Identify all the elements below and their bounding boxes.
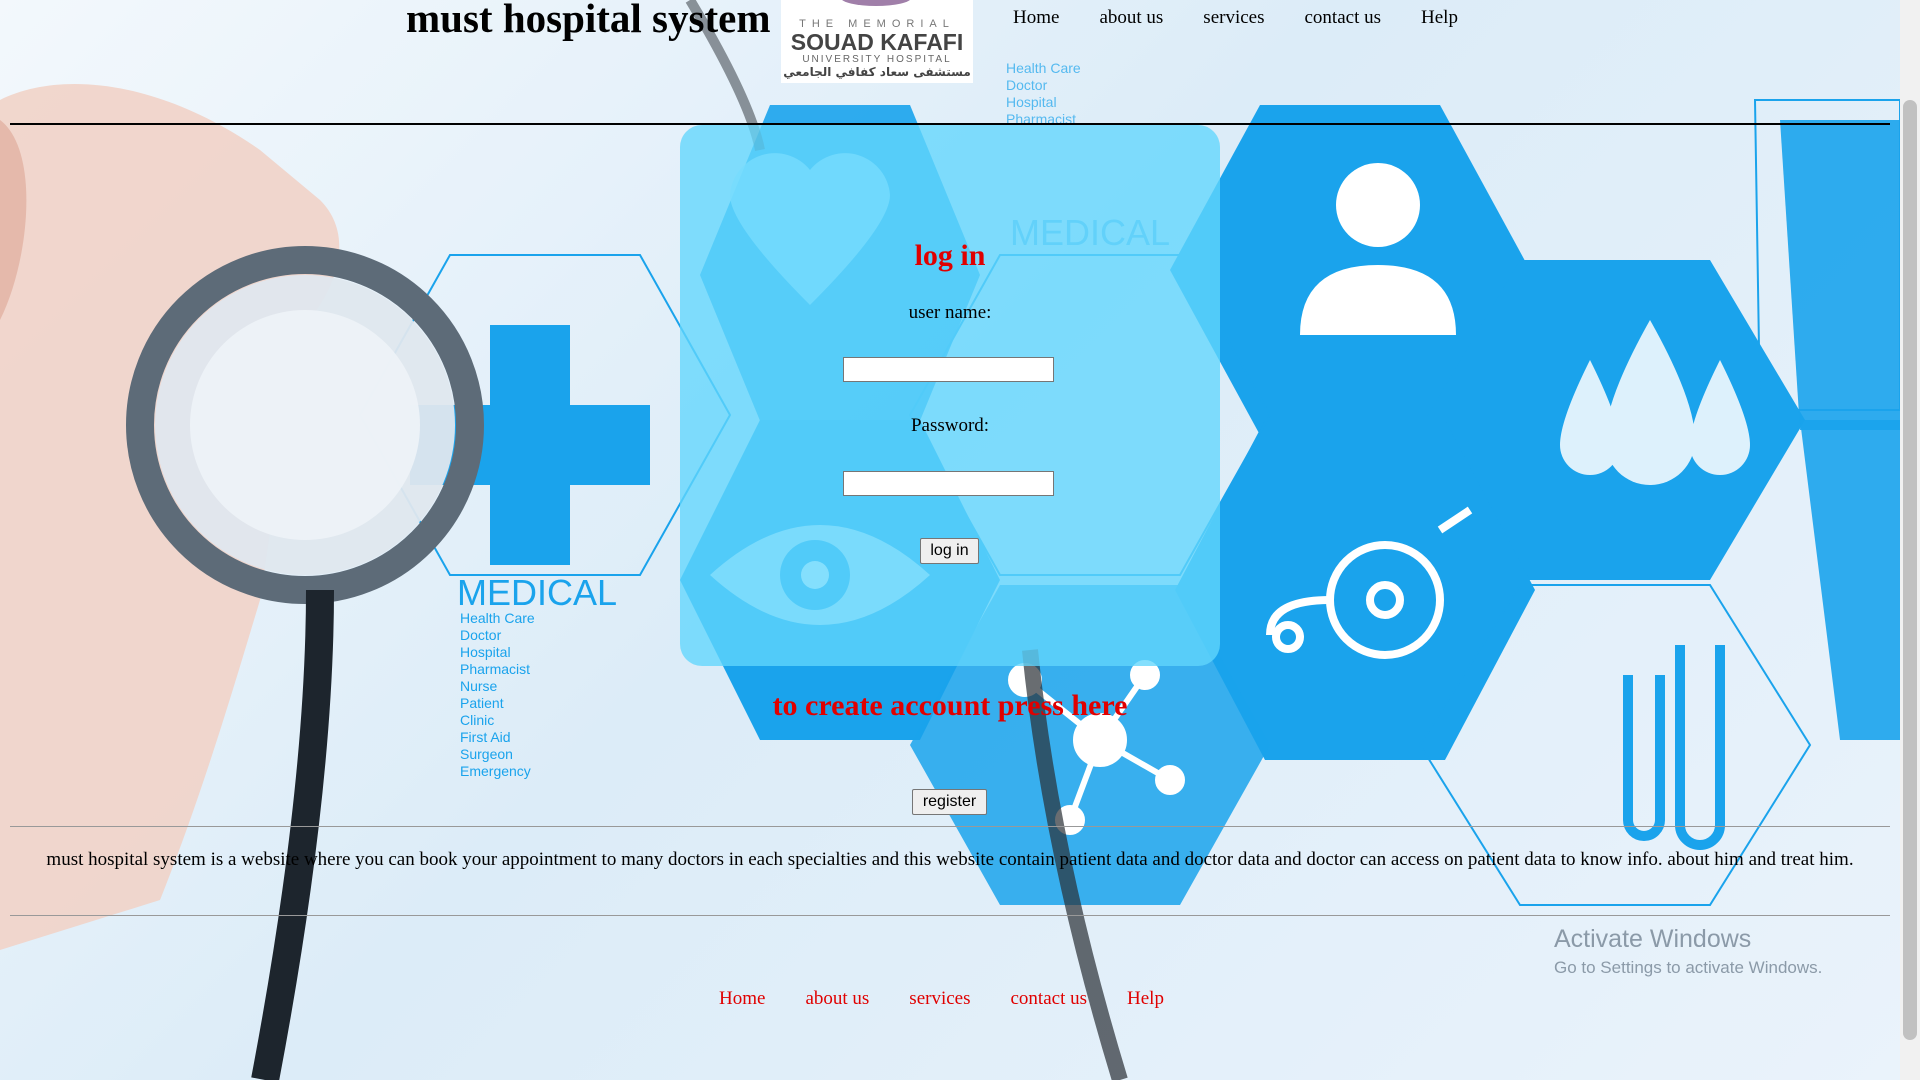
login-title: log in [914,239,986,272]
top-nav: Home about us services contact us Help [1013,7,1458,29]
medical-list-item: Surgeon [460,746,513,762]
activate-windows-subtitle: Go to Settings to activate Windows. [1554,958,1823,977]
nav-help[interactable]: Help [1421,7,1458,29]
nav-contact-us[interactable]: contact us [1305,7,1382,29]
logo-line-3: UNIVERSITY HOSPITAL [802,54,952,65]
medical-list-item-top: Health Care [1006,60,1081,76]
content-divider-top [10,826,1890,827]
medical-list-item: Doctor [460,627,502,643]
login-button[interactable]: log in [920,538,979,564]
username-label: user name: [908,302,992,323]
login-panel [680,125,1220,666]
hex-right-edge [1780,120,1900,430]
activate-windows-watermark: Activate Windows Go to Settings to activ… [1554,925,1822,978]
hospital-logo: THE MEMORIAL SOUAD KAFAFI UNIVERSITY HOS… [781,0,973,83]
nav-home[interactable]: Home [1013,7,1059,29]
logo-line-2: SOUAD KAFAFI [790,29,964,55]
nav-services[interactable]: services [1203,7,1264,29]
footer-nav-home[interactable]: Home [719,988,765,1010]
medical-list-item: Health Care [460,610,535,626]
medical-list-item: Emergency [460,763,531,779]
footer-nav-services[interactable]: services [909,988,970,1010]
footer-nav-contact-us[interactable]: contact us [1011,988,1088,1010]
footer-nav: Home about us services contact us Help [719,988,1164,1010]
scrollbar-thumb[interactable] [1903,100,1917,1040]
register-button[interactable]: register [912,789,987,815]
password-input[interactable] [843,471,1054,496]
nav-about-us[interactable]: about us [1099,7,1163,29]
content-divider-bottom [10,915,1890,916]
password-label: Password: [910,415,990,436]
site-description: must hospital system is a website where … [46,849,1854,870]
footer-nav-about-us[interactable]: about us [805,988,869,1010]
create-account-prompt: to create account press here [772,689,1128,722]
username-input[interactable] [843,357,1054,382]
logo-emblem [841,0,911,6]
page-scrollbar[interactable] [1900,0,1920,1080]
medical-list-item: Hospital [460,644,511,660]
activate-windows-title: Activate Windows [1554,925,1752,953]
medical-list-item: First Aid [460,729,511,745]
medical-list-item: Pharmacist [460,661,530,677]
site-title: must hospital system [406,0,771,41]
footer-nav-help[interactable]: Help [1127,988,1164,1010]
medical-label: MEDICAL [457,572,617,613]
logo-line-4: مستشفى سعاد كفافي الجامعي [783,65,971,79]
medical-list-item-top: Doctor [1006,77,1048,93]
medical-list-item-top: Hospital [1006,94,1057,110]
